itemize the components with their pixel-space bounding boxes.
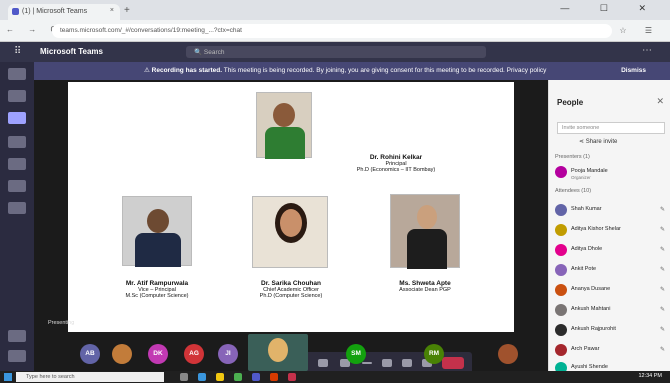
list-item[interactable]: Ayushi Shende <box>555 362 670 371</box>
teams-header: ⠿ Microsoft Teams 🔍 Search ⋯ <box>0 42 670 62</box>
file-explorer-icon[interactable] <box>216 373 224 381</box>
files-icon[interactable] <box>8 202 26 214</box>
shared-slide: Dr. Rohini Kelkar Principal Ph.D (Econom… <box>68 82 514 332</box>
list-item[interactable]: Aditya Kishor Shelar ✎ <box>555 224 670 238</box>
avatar <box>555 166 567 178</box>
app-title: Microsoft Teams <box>40 47 103 56</box>
activity-icon[interactable] <box>8 68 26 80</box>
taskbar-search-input[interactable]: Type here to search <box>16 372 164 382</box>
participant-avatar[interactable]: AB <box>80 344 100 364</box>
browser-tab-bar: (1) | Microsoft Teams × + — ☐ ✕ <box>0 0 670 20</box>
apps-grid-icon[interactable]: ⠿ <box>14 46 21 57</box>
url-field[interactable]: teams.microsoft.com/_#/conversations/19:… <box>52 24 612 38</box>
address-bar-row: ← → C teams.microsoft.com/_#/conversatio… <box>0 20 670 42</box>
dismiss-button[interactable]: Dismiss <box>621 67 646 74</box>
avatar <box>555 244 567 256</box>
mic-off-icon: ✎ <box>659 227 665 233</box>
dean-caption: Ms. Shweta Apte Associate Dean PGP <box>399 280 451 293</box>
hang-up-button[interactable] <box>442 357 464 369</box>
close-icon[interactable]: ✕ <box>656 96 664 107</box>
cao-caption: Dr. Sarika Chouhan Chief Academic Office… <box>259 280 323 299</box>
chat-icon[interactable] <box>8 90 26 102</box>
list-item[interactable]: Ankush Mahtani ✎ <box>555 304 670 318</box>
participant-avatar[interactable]: RM <box>424 344 444 364</box>
self-video-tile[interactable] <box>248 334 308 371</box>
participant-avatar[interactable] <box>112 344 132 364</box>
avatar <box>555 204 567 216</box>
avatar <box>555 224 567 236</box>
search-input[interactable]: 🔍 Search <box>186 46 486 58</box>
chrome-icon[interactable] <box>234 373 242 381</box>
chat-toggle-icon[interactable] <box>402 359 412 367</box>
people-panel: People ✕ Invite someone ⋖ Share invite P… <box>548 80 670 371</box>
taskbar-clock: 12:34 PM <box>638 373 662 379</box>
list-item[interactable]: Ankush Rajpurohit ✎ <box>555 324 670 338</box>
task-view-icon[interactable] <box>180 373 188 381</box>
calendar-icon[interactable] <box>8 158 26 170</box>
raise-hand-icon[interactable] <box>382 359 392 367</box>
tab-title: (1) | Microsoft Teams <box>22 8 88 15</box>
attendees-section-title[interactable]: Attendees (10) <box>555 188 591 194</box>
vice-principal-photo <box>122 196 192 267</box>
more-options-icon[interactable]: ⋯ <box>642 45 652 56</box>
mic-off-icon: ✎ <box>659 287 665 293</box>
windows-taskbar: Type here to search 12:34 PM <box>0 371 670 383</box>
list-item[interactable]: Shah Kumar ✎ <box>555 204 670 218</box>
browser-menu-icons[interactable]: ☆ ☰ <box>619 26 660 35</box>
calls-icon[interactable] <box>8 180 26 192</box>
mic-off-icon: ✎ <box>659 327 665 333</box>
principal-photo <box>256 92 312 159</box>
list-item[interactable]: Ankit Pote ✎ <box>555 264 670 278</box>
recording-banner: ⚠ Recording has started. This meeting is… <box>34 62 670 80</box>
mic-off-icon: ✎ <box>659 267 665 273</box>
edge-icon[interactable] <box>198 373 206 381</box>
help-icon[interactable] <box>8 350 26 362</box>
teams-favicon-icon <box>12 8 19 15</box>
participant-avatar[interactable]: AG <box>184 344 204 364</box>
avatar <box>555 362 567 371</box>
mic-off-icon: ✎ <box>659 207 665 213</box>
presenters-section-title[interactable]: Presenters (1) <box>555 154 590 160</box>
assignments-icon[interactable] <box>8 136 26 148</box>
tab-close-icon[interactable]: × <box>110 7 114 14</box>
participant-avatar[interactable]: JI <box>218 344 238 364</box>
cao-photo <box>252 196 328 268</box>
avatar <box>555 324 567 336</box>
app-icon[interactable] <box>288 373 296 381</box>
windows-start-icon[interactable] <box>4 373 12 381</box>
window-controls[interactable]: — ☐ ✕ <box>560 3 660 14</box>
avatar <box>555 344 567 356</box>
avatar <box>555 284 567 296</box>
list-item[interactable]: Ananya Dusane ✎ <box>555 284 670 298</box>
mic-off-icon: ✎ <box>659 347 665 353</box>
invite-search-input[interactable]: Invite someone <box>557 122 665 134</box>
list-item[interactable]: Pooja Mandale Organizer <box>555 166 670 180</box>
browser-tab[interactable]: (1) | Microsoft Teams × <box>8 4 120 20</box>
avatar <box>555 304 567 316</box>
mic-off-icon: ✎ <box>659 247 665 253</box>
microphone-icon[interactable] <box>318 359 328 367</box>
participant-avatar[interactable]: DK <box>148 344 168 364</box>
participant-avatar[interactable] <box>498 344 518 364</box>
apps-icon[interactable] <box>8 330 26 342</box>
dean-photo <box>390 194 460 269</box>
office-icon[interactable] <box>270 373 278 381</box>
avatar <box>555 264 567 276</box>
more-actions-icon[interactable] <box>362 362 372 364</box>
left-app-rail <box>0 62 34 371</box>
participant-avatar[interactable]: SM <box>346 344 366 364</box>
share-invite-button[interactable]: ⋖ Share invite <box>579 138 617 145</box>
recording-notice: ⚠ Recording has started. This meeting is… <box>144 67 547 74</box>
panel-title: People <box>557 98 584 107</box>
new-tab-button[interactable]: + <box>124 5 130 16</box>
teams-icon[interactable] <box>8 112 26 124</box>
principal-caption: Dr. Rohini Kelkar Principal Ph.D (Econom… <box>356 154 436 173</box>
list-item[interactable]: Aditya Dhole ✎ <box>555 244 670 258</box>
mic-off-icon: ✎ <box>659 307 665 313</box>
list-item[interactable]: Arch Pawar ✎ <box>555 344 670 358</box>
teams-taskbar-icon[interactable] <box>252 373 260 381</box>
presenter-tag: Presenting <box>48 320 75 326</box>
vice-principal-caption: Mr. Atif Rampurwala Vice – Principal M.S… <box>125 280 189 299</box>
